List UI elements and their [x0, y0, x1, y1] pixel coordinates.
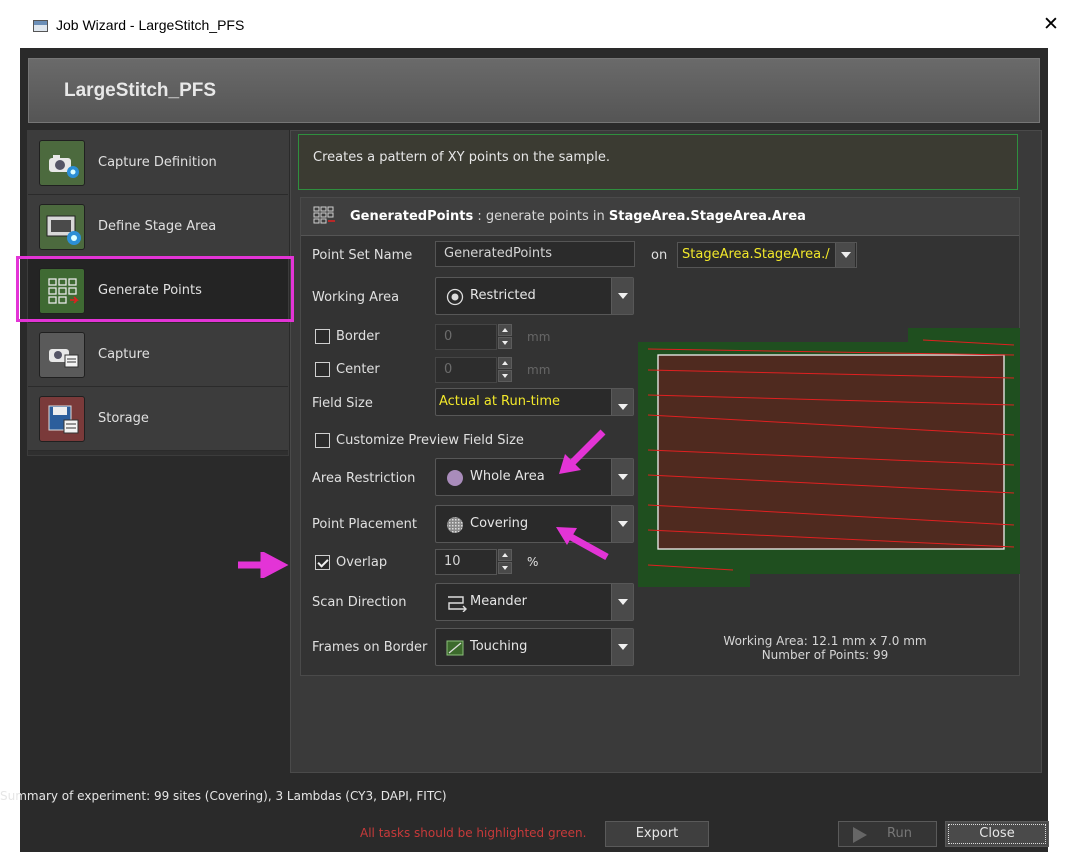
center-input[interactable]: 0	[435, 357, 497, 383]
close-button[interactable]: Close	[945, 821, 1049, 847]
preview-info: Working Area: 12.1 mm x 7.0 mm Number of…	[690, 634, 960, 662]
whole-area-icon	[446, 469, 464, 491]
field-size-select[interactable]: Actual at Run-time	[435, 388, 634, 416]
warning-text: All tasks should be highlighted green.	[360, 826, 587, 840]
camera-icon	[39, 140, 85, 186]
point-set-name-input[interactable]: GeneratedPoints	[435, 241, 635, 267]
chevron-down-icon[interactable]	[835, 243, 855, 267]
center-stepper[interactable]	[498, 357, 512, 383]
working-area-select[interactable]: Restricted	[435, 277, 634, 315]
sidebar-item-label: Define Stage Area	[98, 219, 217, 234]
frames-on-border-select[interactable]: Touching	[435, 628, 634, 666]
sidebar-item-label: Generate Points	[98, 283, 202, 298]
overlap-checkbox[interactable]	[315, 555, 330, 570]
header-separator: : generate points in	[473, 209, 609, 224]
sidebar-item-storage[interactable]: Storage	[28, 387, 288, 451]
customize-preview-checkbox[interactable]	[315, 433, 330, 448]
points-grid-icon	[313, 206, 337, 230]
window-title: Job Wizard - LargeStitch_PFS	[56, 17, 245, 33]
points-grid-icon	[39, 268, 85, 314]
scan-direction-value: Meander	[470, 594, 528, 609]
meander-icon	[446, 594, 468, 616]
working-area-value: Restricted	[470, 288, 536, 303]
center-unit: mm	[527, 363, 551, 377]
export-button[interactable]: Export	[605, 821, 709, 847]
frames-on-border-value: Touching	[470, 639, 528, 654]
capture-icon	[39, 332, 85, 378]
target-area-select[interactable]: StageArea.StageArea./	[677, 242, 857, 268]
frames-on-border-label: Frames on Border	[312, 640, 428, 655]
working-area-label: Working Area	[312, 290, 400, 305]
sidebar-item-capture[interactable]: Capture	[28, 323, 288, 387]
overlap-unit: %	[527, 555, 539, 569]
sidebar-item-label: Capture Definition	[98, 155, 217, 170]
sidebar-item-generate-points[interactable]: Generate Points	[28, 259, 288, 323]
run-button-label: Run	[887, 826, 912, 841]
close-window-icon[interactable]: ✕	[1039, 12, 1063, 36]
sidebar-item-capture-definition[interactable]: Capture Definition	[28, 131, 288, 195]
center-checkbox[interactable]	[315, 362, 330, 377]
area-restriction-value: Whole Area	[470, 469, 545, 484]
border-unit: mm	[527, 330, 551, 344]
target-area-value: StageArea.StageArea./	[682, 247, 830, 262]
customize-preview-label: Customize Preview Field Size	[336, 433, 524, 448]
working-area-rect	[657, 354, 1005, 550]
experiment-summary: Summary of experiment: 99 sites (Coverin…	[0, 789, 447, 803]
play-icon	[853, 827, 867, 843]
overlap-label: Overlap	[336, 555, 388, 570]
area-restriction-select[interactable]: Whole Area	[435, 458, 634, 496]
floppy-disk-icon	[39, 396, 85, 442]
area-restriction-label: Area Restriction	[312, 471, 416, 486]
scan-direction-select[interactable]: Meander	[435, 583, 634, 621]
step-description: Creates a pattern of XY points on the sa…	[298, 134, 1018, 190]
sidebar-item-define-stage-area[interactable]: Define Stage Area	[28, 195, 288, 259]
touching-icon	[446, 639, 466, 661]
panel-header-text: GeneratedPoints : generate points in Sta…	[350, 209, 806, 224]
job-header: LargeStitch_PFS	[28, 58, 1040, 123]
point-set-name: GeneratedPoints	[350, 209, 474, 224]
sidebar-item-label: Capture	[98, 347, 150, 362]
number-of-points-text: Number of Points: 99	[761, 648, 889, 662]
sidebar-item-label: Storage	[98, 411, 149, 426]
border-stepper[interactable]	[498, 324, 512, 350]
border-input[interactable]: 0	[435, 324, 497, 350]
on-label: on	[651, 248, 668, 263]
border-label: Border	[336, 329, 380, 344]
run-button[interactable]: Run	[838, 821, 937, 847]
radio-dot-icon	[446, 288, 464, 310]
overlap-stepper[interactable]	[498, 549, 512, 575]
sidebar: Capture Definition Define Stage Area Gen…	[27, 130, 289, 456]
field-size-value: Actual at Run-time	[439, 394, 561, 409]
overlap-input[interactable]: 10	[435, 549, 497, 575]
title-bar: Job Wizard - LargeStitch_PFS ✕	[0, 0, 1071, 48]
covering-icon	[446, 516, 464, 538]
chevron-down-icon	[611, 629, 633, 665]
scan-direction-label: Scan Direction	[312, 595, 407, 610]
target-area: StageArea.StageArea.Area	[608, 209, 806, 224]
point-placement-select[interactable]: Covering	[435, 505, 634, 543]
chevron-down-icon	[611, 278, 633, 314]
points-preview	[638, 328, 1020, 587]
field-size-label: Field Size	[312, 396, 373, 411]
border-checkbox[interactable]	[315, 329, 330, 344]
job-name: LargeStitch_PFS	[64, 80, 217, 101]
app-icon	[33, 20, 48, 32]
working-area-text: Working Area: 12.1 mm x 7.0 mm	[723, 634, 927, 648]
point-placement-value: Covering	[470, 516, 529, 531]
center-label: Center	[336, 362, 380, 377]
point-set-name-label: Point Set Name	[312, 248, 413, 263]
point-placement-label: Point Placement	[312, 517, 417, 532]
panel-header: GeneratedPoints : generate points in Sta…	[301, 198, 1019, 236]
stage-area-icon	[39, 204, 85, 250]
